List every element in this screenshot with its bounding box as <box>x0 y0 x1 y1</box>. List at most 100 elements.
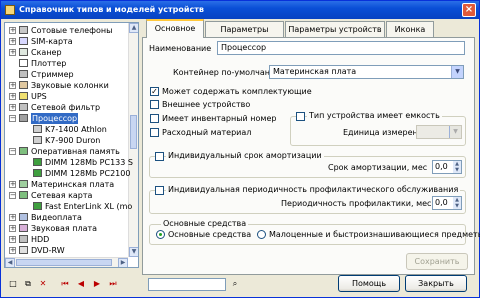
scroll-right-button[interactable]: ▶ <box>118 258 128 267</box>
device-type-tree[interactable]: ▲ ▼ ◀ ▶ + Сотовые телефоны + SIM-карта + Скан… <box>4 22 139 268</box>
tree-item[interactable]: + SIM-карта <box>5 36 128 47</box>
scroll-thumb[interactable] <box>130 115 137 149</box>
tree-item[interactable]: + Сканер <box>5 47 128 58</box>
expand-icon[interactable]: + <box>9 93 16 100</box>
tree-child-item[interactable]: K7-900 Duron <box>5 135 128 146</box>
tree-item-label: K7-1400 Athlon <box>45 125 107 134</box>
collapse-icon[interactable]: − <box>9 115 16 122</box>
maintenance-group-title: Индивидуальная периодичность профилактич… <box>166 185 461 195</box>
copy-icon[interactable]: ⧉ <box>22 278 34 290</box>
first-icon[interactable]: ⏮ <box>59 278 71 290</box>
tree-item[interactable]: − Процессор <box>5 113 128 124</box>
tree-item[interactable]: + Материнская плата <box>5 179 128 190</box>
device-type-icon <box>19 235 28 243</box>
device-type-icon <box>19 147 28 155</box>
next-icon[interactable]: ▶ <box>91 278 103 290</box>
delete-icon[interactable]: ✕ <box>37 278 49 290</box>
collapse-icon[interactable]: − <box>9 192 16 199</box>
low-value-items-radio[interactable] <box>257 230 266 239</box>
amortization-checkbox[interactable] <box>155 152 164 161</box>
external-device-checkbox[interactable] <box>150 100 159 109</box>
tree-child-item[interactable]: K7-1400 Athlon <box>5 124 128 135</box>
tree-item[interactable]: + Звуковые колонки <box>5 80 128 91</box>
expand-icon[interactable]: + <box>9 225 16 232</box>
expand-icon[interactable]: + <box>9 214 16 221</box>
tree-horizontal-scrollbar[interactable]: ◀ ▶ <box>5 257 128 267</box>
device-type-icon <box>19 180 28 188</box>
can-contain-label: Может содержать комплектующие <box>162 87 312 96</box>
expand-icon[interactable]: + <box>9 247 16 254</box>
expand-icon[interactable]: + <box>9 181 16 188</box>
expand-icon[interactable]: + <box>9 38 16 45</box>
search-icon[interactable]: ⌕ <box>229 278 241 290</box>
tree-item[interactable]: + UPS <box>5 91 128 102</box>
last-icon[interactable]: ⏭ <box>107 278 119 290</box>
amortization-spinner[interactable]: 0,0 ▲ ▼ <box>432 160 462 174</box>
tree-item[interactable]: Плоттер <box>5 58 128 69</box>
maintenance-value: 0,0 <box>435 198 448 207</box>
tree-item[interactable]: + Сотовые телефоны <box>5 25 128 36</box>
unit-select[interactable]: ▼ <box>416 125 462 139</box>
name-input[interactable]: Процессор <box>217 41 465 55</box>
consumable-checkbox[interactable] <box>150 128 159 137</box>
can-contain-checkbox[interactable]: ✓ <box>150 87 159 96</box>
tree-item[interactable]: Стриммер <box>5 69 128 80</box>
tree-item-label: Видеоплата <box>31 213 82 222</box>
container-select[interactable]: Материнская плата ▼ <box>269 65 464 79</box>
close-button[interactable]: Закрыть <box>405 275 467 292</box>
spin-down-icon[interactable]: ▼ <box>453 167 461 173</box>
chevron-down-icon[interactable]: ▼ <box>449 126 461 138</box>
consumable-label: Расходный материал <box>162 128 252 137</box>
spin-down-icon[interactable]: ▼ <box>453 203 461 209</box>
tree-item[interactable]: − Сетевая карта <box>5 190 128 201</box>
scroll-down-button[interactable]: ▼ <box>129 247 138 257</box>
tree-item-label: Fast EnterLink XL (mo <box>45 202 133 211</box>
h-scroll-thumb[interactable] <box>16 259 112 266</box>
collapse-icon[interactable]: − <box>9 148 16 155</box>
device-type-icon <box>19 213 28 221</box>
expand-icon[interactable]: + <box>9 82 16 89</box>
tab-model-params[interactable]: Параметры модели <box>205 21 284 49</box>
capacity-checkbox[interactable] <box>296 112 305 121</box>
expand-icon[interactable]: + <box>9 49 16 56</box>
fixed-assets-radio[interactable] <box>156 230 165 239</box>
tree-item-label: UPS <box>31 92 47 101</box>
device-type-icon <box>19 48 28 56</box>
close-window-button[interactable]: × <box>462 3 476 17</box>
tree-item[interactable]: + Сетевой фильтр <box>5 102 128 113</box>
tree-item-label: Плоттер <box>31 59 67 68</box>
search-input[interactable] <box>148 278 226 291</box>
amortization-group-title: Индивидуальный срок амортизации <box>166 151 324 161</box>
maintenance-checkbox[interactable] <box>155 186 164 195</box>
inventory-number-checkbox[interactable] <box>150 114 159 123</box>
tab-icon[interactable]: Иконка <box>386 21 434 37</box>
tree-item[interactable]: − Оперативная память <box>5 146 128 157</box>
save-button[interactable]: Сохранить <box>406 253 468 270</box>
tree-child-item[interactable]: DIMM 128Mb PC133 S <box>5 157 133 168</box>
tree-item[interactable]: + Видеоплата <box>5 212 128 223</box>
tree-child-item[interactable]: Fast EnterLink XL (mo <box>5 201 132 212</box>
tree-item[interactable]: + DVD-RW <box>5 245 128 256</box>
tab-main[interactable]: Основное <box>146 19 204 38</box>
help-button[interactable]: Помощь <box>338 275 400 292</box>
app-icon <box>5 5 15 15</box>
tree-vertical-scrollbar[interactable]: ▲ ▼ <box>128 23 138 257</box>
tab-device-params[interactable]: Параметры устройств <box>285 21 385 37</box>
tree-item-label: DVD-RW <box>31 246 65 255</box>
tree-child-item[interactable]: DIMM 128Mb PC2100 <box>5 168 130 179</box>
prev-icon[interactable]: ◀ <box>75 278 87 290</box>
expand-icon[interactable]: + <box>9 27 16 34</box>
new-icon[interactable]: □ <box>7 278 19 290</box>
scroll-up-button[interactable]: ▲ <box>129 23 138 33</box>
expand-icon[interactable]: + <box>9 236 16 243</box>
device-type-icon <box>19 70 28 78</box>
chevron-down-icon[interactable]: ▼ <box>451 66 463 78</box>
device-type-icon <box>19 224 28 232</box>
device-type-icon <box>19 191 28 199</box>
expand-icon[interactable]: + <box>9 104 16 111</box>
scroll-left-button[interactable]: ◀ <box>5 258 15 267</box>
tree-item[interactable]: + HDD <box>5 234 128 245</box>
tree-item[interactable]: + Звуковая плата <box>5 223 128 234</box>
maintenance-spinner[interactable]: 0,0 ▲ ▼ <box>432 196 462 210</box>
tree-item-label: DIMM 128Mb PC133 S <box>45 158 133 167</box>
